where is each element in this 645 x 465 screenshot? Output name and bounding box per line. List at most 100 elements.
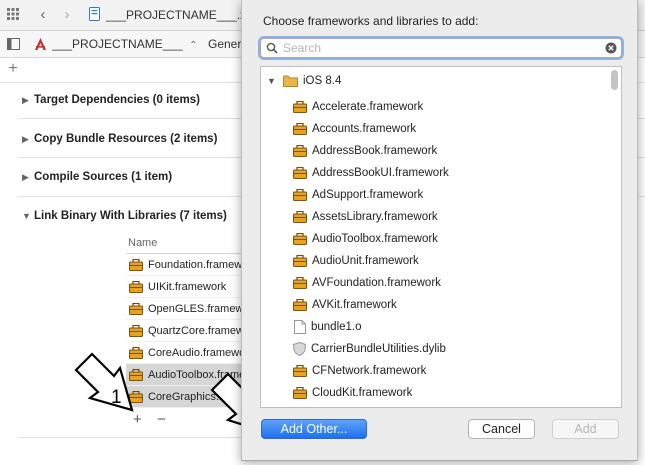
framework-name: AddressBookUI.framework (312, 167, 449, 179)
toolbox-icon (293, 101, 307, 113)
framework-name: AVKit.framework (312, 299, 397, 311)
column-header-name[interactable]: Name (128, 237, 157, 249)
framework-name: AssetsLibrary.framework (312, 211, 438, 223)
list-scrollbar[interactable] (611, 70, 618, 90)
annotation-label-1: 1 (111, 387, 122, 408)
add-other-button[interactable]: Add Other... (261, 419, 367, 439)
list-item[interactable]: AdSupport.framework (261, 184, 611, 206)
framework-name: AudioToolbox.framework (312, 233, 438, 245)
list-item[interactable]: AVKit.framework (261, 294, 611, 316)
frameworks-list[interactable]: ▼ iOS 8.4 Accelerate.framework Accounts.… (260, 66, 622, 408)
library-name: Foundation.framework (148, 258, 246, 271)
phase-label: Copy Bundle Resources (2 items) (34, 133, 218, 145)
disclosure-down-icon[interactable]: ▼ (22, 211, 34, 221)
toolbox-icon (293, 299, 307, 311)
search-input[interactable] (283, 40, 593, 55)
list-item[interactable]: CloudKit.framework (261, 382, 611, 404)
toolbox-icon (293, 145, 307, 157)
shield-icon (293, 342, 306, 356)
dialog-title: Choose frameworks and libraries to add: (263, 14, 479, 28)
phase-copy-bundle-resources[interactable]: ▶ Copy Bundle Resources (2 items) (22, 133, 217, 145)
list-item[interactable]: AddressBook.framework (261, 140, 611, 162)
chevron-updown-icon: ⌃ (189, 40, 198, 51)
framework-name: AdSupport.framework (312, 189, 424, 201)
list-item[interactable]: Accelerate.framework (261, 96, 611, 118)
add-button[interactable]: Add (552, 419, 619, 439)
toolbox-icon (293, 387, 307, 399)
clear-search-icon[interactable] (605, 42, 617, 54)
target-selector-label: ___PROJECTNAME___ (52, 37, 183, 51)
tab-general[interactable]: Gener (208, 37, 241, 51)
search-field[interactable] (260, 38, 622, 58)
forward-chevron-icon[interactable]: › (60, 6, 74, 23)
list-item[interactable]: Accounts.framework (261, 118, 611, 140)
framework-name: AddressBook.framework (312, 145, 438, 157)
table-row[interactable]: OpenGLES.framework (126, 298, 246, 320)
list-item[interactable]: bundle1.o (261, 316, 611, 338)
phase-label: Compile Sources (1 item) (34, 171, 173, 183)
remove-library-button[interactable]: − (157, 411, 166, 428)
library-name: QuartzCore.framework (148, 324, 246, 337)
add-build-phase-icon[interactable]: + (6, 60, 20, 77)
toolbox-icon (129, 324, 143, 337)
toolbox-icon (129, 302, 143, 315)
back-chevron-icon[interactable]: ‹ (36, 6, 50, 23)
disclosure-down-icon[interactable]: ▼ (267, 76, 281, 86)
toolbox-icon (293, 123, 307, 135)
toolbox-icon (293, 211, 307, 223)
disclosure-right-icon[interactable]: ▶ (22, 95, 34, 106)
phase-target-dependencies[interactable]: ▶ Target Dependencies (0 items) (22, 94, 200, 106)
library-name: UIKit.framework (148, 280, 227, 293)
framework-name: CFNetwork.framework (312, 365, 427, 377)
search-icon (266, 42, 278, 54)
divider (18, 437, 242, 438)
list-item[interactable]: CFNetwork.framework (261, 360, 611, 382)
group-row-ios[interactable]: ▼ iOS 8.4 (261, 70, 611, 92)
table-row[interactable]: Foundation.framework (126, 254, 246, 276)
framework-name: AudioUnit.framework (312, 255, 419, 267)
toolbox-icon (293, 189, 307, 201)
target-selector[interactable]: ___PROJECTNAME___ ⌃ (52, 37, 197, 51)
toolbox-icon (293, 365, 307, 377)
app-target-icon (32, 36, 48, 52)
phase-label: Link Binary With Libraries (7 items) (34, 210, 227, 222)
table-row[interactable]: QuartzCore.framework (126, 320, 246, 342)
toolbox-icon (293, 167, 307, 179)
toolbox-icon (293, 255, 307, 267)
framework-name: CloudKit.framework (312, 387, 413, 399)
list-item[interactable]: AssetsLibrary.framework (261, 206, 611, 228)
document-icon (294, 320, 306, 334)
table-row[interactable]: UIKit.framework (126, 276, 246, 298)
toolbox-icon (293, 233, 307, 245)
framework-name: CarrierBundleUtilities.dylib (311, 343, 446, 355)
framework-name: Accelerate.framework (312, 101, 424, 113)
group-label: iOS 8.4 (303, 75, 342, 87)
disclosure-right-icon[interactable]: ▶ (22, 172, 34, 183)
framework-name: AVFoundation.framework (312, 277, 441, 289)
phase-label: Target Dependencies (0 items) (34, 94, 200, 106)
list-item[interactable]: AddressBookUI.framework (261, 162, 611, 184)
framework-name: Accounts.framework (312, 123, 417, 135)
list-item[interactable]: CarrierBundleUtilities.dylib (261, 338, 611, 360)
phase-link-binary[interactable]: ▼ Link Binary With Libraries (7 items) (22, 210, 227, 222)
toolbox-icon (293, 277, 307, 289)
add-frameworks-sheet: Choose frameworks and libraries to add: … (241, 0, 638, 461)
library-name: OpenGLES.framework (148, 302, 246, 315)
list-item[interactable]: AudioUnit.framework (261, 250, 611, 272)
table-row[interactable]: CoreAudio.framework (126, 342, 246, 364)
grid-icon[interactable] (6, 7, 20, 21)
list-item[interactable]: AudioToolbox.framework (261, 228, 611, 250)
sidebar-toggle-icon[interactable] (6, 37, 20, 51)
project-file-tab[interactable]: ___PROJECTNAME___.xc (106, 8, 252, 22)
toolbox-icon (129, 258, 143, 271)
cancel-button[interactable]: Cancel (468, 419, 535, 439)
xcode-project-icon (88, 7, 100, 21)
phase-compile-sources[interactable]: ▶ Compile Sources (1 item) (22, 171, 172, 183)
folder-icon (283, 75, 298, 87)
framework-name: bundle1.o (311, 321, 362, 333)
annotation-arrow-1 (74, 352, 134, 412)
library-name: CoreAudio.framework (148, 346, 246, 359)
list-item[interactable]: AVFoundation.framework (261, 272, 611, 294)
disclosure-right-icon[interactable]: ▶ (22, 134, 34, 145)
toolbox-icon (129, 280, 143, 293)
